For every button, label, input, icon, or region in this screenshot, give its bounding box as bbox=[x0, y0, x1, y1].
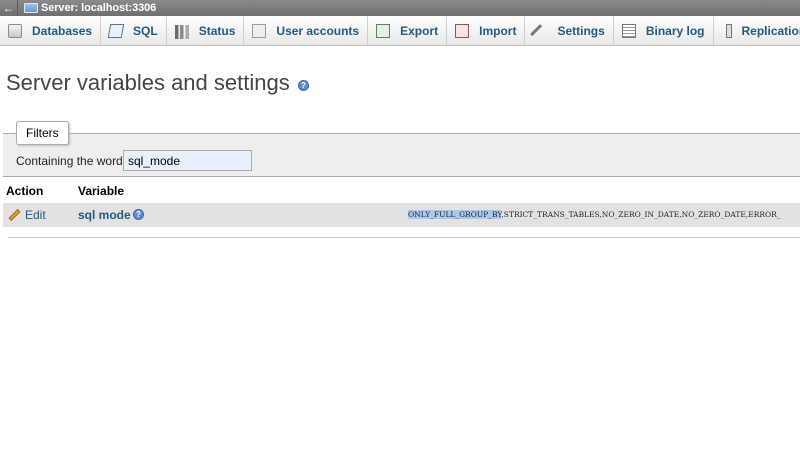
replication-icon bbox=[725, 24, 732, 38]
help-icon[interactable]: ? bbox=[133, 209, 144, 220]
server-breadcrumb[interactable]: Server: localhost:3306 bbox=[41, 2, 156, 14]
server-bar: ← Server: localhost:3306 bbox=[0, 0, 800, 16]
variable-value[interactable]: ONLY_FULL_GROUP_BY,STRICT_TRANS_TABLES,N… bbox=[408, 210, 781, 219]
users-icon bbox=[252, 24, 267, 38]
filter-label: Containing the word: bbox=[16, 154, 127, 168]
tab-label: Status bbox=[198, 24, 236, 38]
database-icon bbox=[8, 24, 22, 38]
import-icon bbox=[455, 24, 470, 38]
tab-label: Import bbox=[479, 24, 517, 38]
tab-label: Settings bbox=[557, 24, 605, 38]
pencil-icon bbox=[8, 208, 21, 222]
edit-link[interactable]: Edit bbox=[8, 208, 46, 222]
tab-status[interactable]: Status bbox=[167, 16, 245, 45]
tab-label: Binary log bbox=[645, 24, 705, 38]
table-row: Edit sql mode ? ONLY_FULL_GROUP_BY,STRIC… bbox=[3, 203, 800, 227]
tab-settings[interactable]: Settings bbox=[525, 16, 614, 45]
tab-label: User accounts bbox=[276, 24, 360, 38]
tab-export[interactable]: Export bbox=[368, 16, 448, 45]
wrench-icon bbox=[530, 24, 551, 44]
tab-label: Databases bbox=[32, 24, 93, 38]
status-icon bbox=[174, 25, 189, 39]
sql-icon bbox=[107, 24, 125, 38]
tab-label: Export bbox=[400, 24, 439, 38]
tab-label: Replication bbox=[741, 24, 800, 38]
help-icon[interactable]: ? bbox=[298, 80, 309, 91]
binary-log-icon bbox=[621, 24, 636, 38]
filters-legend: Filters bbox=[16, 121, 69, 145]
value-rest: ,STRICT_TRANS_TABLES,NO_ZERO_IN_DATE,NO_… bbox=[501, 210, 781, 219]
tab-label: SQL bbox=[133, 24, 158, 38]
main-tabs: Databases SQL Status User accounts Expor… bbox=[0, 16, 800, 46]
edit-label: Edit bbox=[25, 208, 46, 222]
tab-user-accounts[interactable]: User accounts bbox=[244, 16, 369, 45]
header-action: Action bbox=[6, 184, 44, 198]
selected-text: ONLY_FULL_GROUP_BY bbox=[408, 210, 502, 219]
tab-replication[interactable]: Replication bbox=[714, 16, 800, 45]
tab-binary-log[interactable]: Binary log bbox=[614, 16, 714, 45]
divider bbox=[8, 237, 800, 238]
variable-name: sql mode bbox=[78, 208, 131, 222]
page-title: Server variables and settings bbox=[6, 70, 290, 95]
back-arrow-icon[interactable]: ← bbox=[0, 0, 18, 16]
tab-import[interactable]: Import bbox=[447, 16, 526, 45]
export-icon bbox=[376, 24, 391, 38]
filter-input[interactable] bbox=[123, 150, 252, 171]
server-icon bbox=[24, 3, 38, 13]
header-variable[interactable]: Variable bbox=[78, 184, 124, 198]
tab-sql[interactable]: SQL bbox=[101, 16, 167, 45]
tab-databases[interactable]: Databases bbox=[0, 16, 102, 45]
table-header: Action Variable bbox=[3, 180, 800, 201]
